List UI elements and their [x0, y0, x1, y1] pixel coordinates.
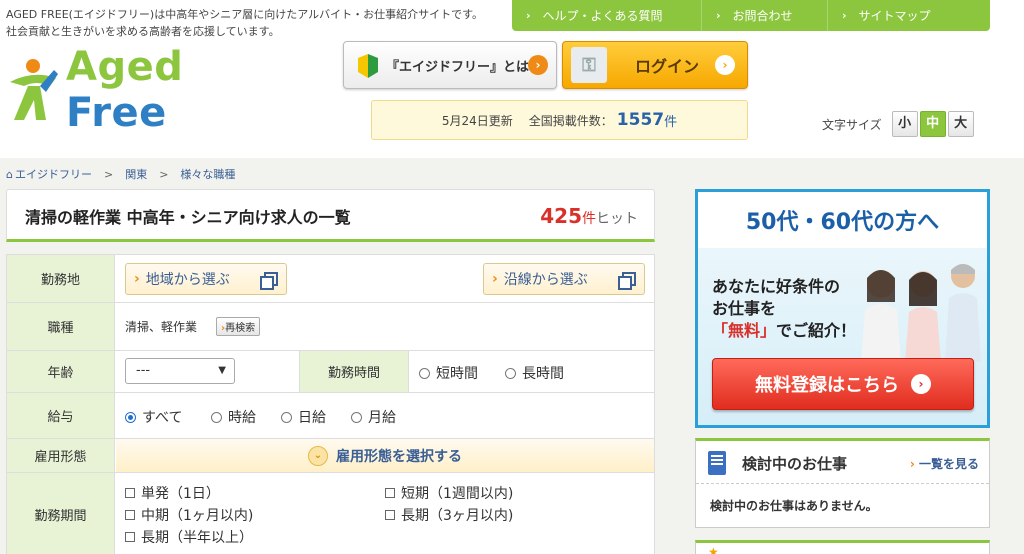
- font-size-medium-button[interactable]: 中: [919, 111, 946, 137]
- home-icon: ⌂: [6, 167, 13, 181]
- beginner-mark-icon: [358, 54, 378, 78]
- logo-wordmark: Aged Free: [66, 44, 184, 136]
- period-row: 勤務期間 単発（1日） 短期（1週間以内) 中期（1ヶ月以内) 長期（3ヶ月以内…: [7, 473, 654, 554]
- hours-long-radio[interactable]: 長時間: [505, 363, 564, 383]
- pay-hourly-radio[interactable]: 時給: [211, 407, 256, 427]
- period-half-year-checkbox[interactable]: 長期（半年以上）: [125, 527, 253, 547]
- chevron-right-icon: ›: [842, 9, 847, 22]
- view-saved-list-link[interactable]: › 一覧を見る: [910, 455, 979, 472]
- pay-row: 給与 すべて 時給 日給 月給: [7, 393, 654, 439]
- site-header: AGED FREE(エイジドフリー)は中高年やシニア層に向けたアルバイト・お仕事…: [0, 0, 1024, 158]
- popup-window-icon: [618, 272, 636, 290]
- font-size-switcher: 文字サイズ 小 中 大: [822, 111, 974, 137]
- notebook-icon: [708, 451, 726, 475]
- breadcrumb-home-link[interactable]: エイジドフリー: [15, 166, 92, 182]
- key-icon: ⚿: [571, 47, 607, 83]
- pay-all-radio[interactable]: すべて: [125, 407, 182, 427]
- period-three-months-checkbox[interactable]: 長期（3ヶ月以内): [385, 505, 513, 525]
- arrow-right-icon: ›: [528, 55, 548, 75]
- banner-heading: 50代・60代の方へ: [698, 192, 987, 248]
- search-conditions-table: 勤務地 › 地域から選ぶ › 沿線から選ぶ 職種 清掃、軽作業 ›再検索 年齢 --…: [6, 254, 655, 554]
- people-photo: [861, 264, 981, 362]
- site-tagline: AGED FREE(エイジドフリー)は中高年やシニア層に向けたアルバイト・お仕事…: [6, 8, 484, 38]
- period-one-day-checkbox[interactable]: 単発（1日）: [125, 483, 220, 503]
- nav-contact-link[interactable]: › お問合わせ: [702, 0, 828, 31]
- logo-figure-icon: [6, 56, 60, 124]
- select-by-line-button[interactable]: › 沿線から選ぶ: [483, 263, 645, 295]
- hit-count: 425件ヒット: [540, 204, 638, 228]
- listings-count: 1557: [616, 110, 665, 130]
- font-size-small-button[interactable]: 小: [891, 111, 918, 137]
- arrow-right-icon: ›: [715, 55, 735, 75]
- hours-short-radio[interactable]: 短時間: [419, 363, 478, 383]
- about-button[interactable]: 『エイジドフリー』とは ›: [343, 41, 557, 89]
- star-icon: ★: [708, 545, 719, 554]
- results-title-box: 清掃の軽作業 中高年・シニア向け求人の一覧 425件ヒット: [6, 189, 655, 242]
- nav-sitemap-link[interactable]: › サイトマップ: [828, 0, 968, 31]
- breadcrumb-region-link[interactable]: 関東: [125, 166, 147, 182]
- age-hours-row: 年齢 --- ▼ 勤務時間 短時間 長時間: [7, 351, 654, 393]
- chevron-down-circle-icon: ⌄: [308, 445, 328, 466]
- top-nav: › ヘルプ・よくある質問 › お問合わせ › サイトマップ: [512, 0, 990, 31]
- chevron-right-icon: ›: [716, 9, 721, 22]
- breadcrumb-category-link[interactable]: 様々な職種: [180, 166, 235, 182]
- nav-help-link[interactable]: › ヘルプ・よくある質問: [512, 0, 702, 31]
- research-button[interactable]: ›再検索: [216, 317, 261, 336]
- font-size-large-button[interactable]: 大: [947, 111, 974, 137]
- next-sidebar-box: ★: [695, 540, 990, 554]
- breadcrumb: ⌂ エイジドフリー > 関東 > 様々な職種: [6, 166, 236, 182]
- chevron-right-icon: ›: [526, 9, 531, 22]
- saved-jobs-box: 検討中のお仕事 › 一覧を見る 検討中のお仕事はありません。: [695, 438, 990, 528]
- signup-banner[interactable]: 50代・60代の方へ あなたに好条件の お仕事を 「無料」でご紹介！ 無料登録は…: [695, 189, 990, 428]
- period-one-week-checkbox[interactable]: 短期（1週間以内): [385, 483, 513, 503]
- pay-monthly-radio[interactable]: 月給: [351, 407, 396, 427]
- arrow-right-icon: ›: [911, 374, 931, 394]
- employment-type-toggle[interactable]: ⌄ 雇用形態を選択する: [116, 439, 654, 472]
- banner-copy: あなたに好条件の お仕事を 「無料」でご紹介！: [712, 277, 857, 340]
- location-row: 勤務地 › 地域から選ぶ › 沿線から選ぶ: [7, 255, 654, 303]
- period-one-month-checkbox[interactable]: 中期（1ヶ月以内): [125, 505, 253, 525]
- update-info: 5月24日更新 全国掲載件数： 1557 件: [371, 100, 748, 140]
- job-type-row: 職種 清掃、軽作業 ›再検索: [7, 303, 654, 351]
- login-button[interactable]: ⚿ ログイン ›: [562, 41, 748, 89]
- select-by-region-button[interactable]: › 地域から選ぶ: [125, 263, 287, 295]
- employment-row: 雇用形態 ⌄ 雇用形態を選択する: [7, 439, 654, 473]
- free-signup-button[interactable]: 無料登録はこちら ›: [712, 358, 974, 410]
- popup-window-icon: [260, 272, 278, 290]
- page-title: 清掃の軽作業 中高年・シニア向け求人の一覧: [25, 208, 351, 227]
- site-logo[interactable]: Aged Free: [6, 44, 296, 136]
- job-type-value: 清掃、軽作業: [125, 320, 198, 334]
- chevron-down-icon: ▼: [218, 365, 226, 376]
- age-select[interactable]: --- ▼: [125, 358, 235, 384]
- pay-daily-radio[interactable]: 日給: [281, 407, 326, 427]
